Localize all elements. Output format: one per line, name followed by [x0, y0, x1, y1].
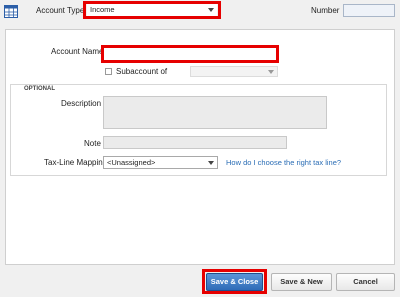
optional-heading: OPTIONAL	[24, 86, 55, 92]
tax-line-help-link[interactable]: How do I choose the right tax line?	[226, 158, 341, 167]
number-label: Number	[311, 6, 340, 15]
account-type-label: Account Type	[36, 6, 85, 15]
description-input[interactable]	[103, 96, 327, 129]
account-type-value: Income	[90, 5, 115, 14]
account-name-label: Account Name	[51, 47, 104, 56]
account-type-select[interactable]: Income	[87, 4, 217, 16]
chevron-down-icon	[208, 161, 214, 165]
chevron-down-icon	[268, 70, 274, 74]
number-field[interactable]	[343, 4, 395, 17]
note-label: Note	[84, 139, 101, 148]
subaccount-label: Subaccount of	[116, 67, 168, 76]
tax-line-select[interactable]: <Unassigned>	[103, 156, 218, 169]
cancel-button[interactable]: Cancel	[336, 273, 395, 291]
tax-line-value: <Unassigned>	[107, 158, 156, 167]
tax-line-label: Tax-Line Mapping	[44, 158, 108, 167]
note-input[interactable]	[103, 136, 287, 149]
subaccount-select[interactable]	[190, 66, 278, 77]
save-close-button[interactable]: Save & Close	[206, 273, 263, 291]
chevron-down-icon	[208, 8, 214, 12]
subaccount-checkbox[interactable]	[105, 68, 112, 75]
description-label: Description	[61, 99, 102, 108]
account-grid-icon	[4, 5, 18, 18]
save-new-button[interactable]: Save & New	[271, 273, 332, 291]
account-name-input[interactable]	[105, 49, 275, 59]
